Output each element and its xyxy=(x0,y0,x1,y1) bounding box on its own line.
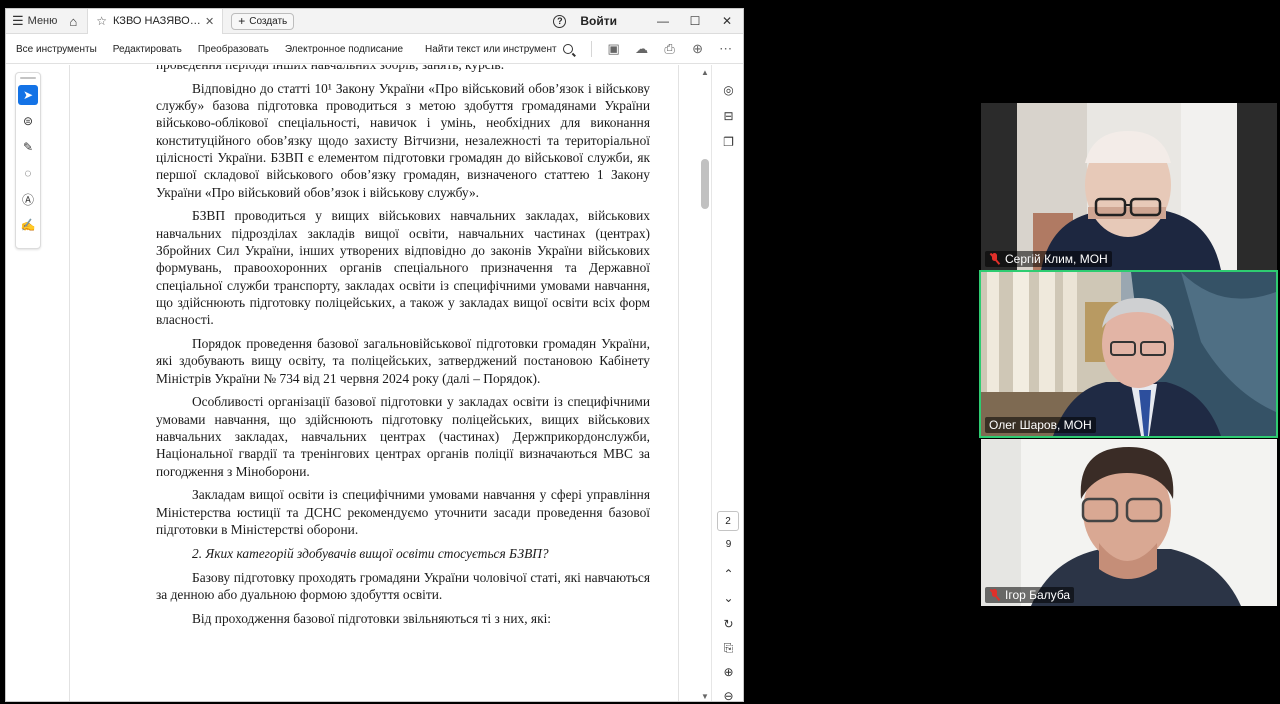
menu-button[interactable]: ☰ Меню xyxy=(6,9,63,34)
participant-name-label: Олег Шаров, МОН xyxy=(985,417,1096,433)
comment-icon[interactable]: ⊜ xyxy=(18,111,38,131)
maximize-icon[interactable]: ☐ xyxy=(679,14,711,28)
plus-icon: + xyxy=(238,14,246,28)
highlight-pen-icon[interactable]: ✎ xyxy=(18,137,38,157)
page-thumbnails-icon[interactable]: ❐ xyxy=(712,129,743,155)
scroll-up-icon[interactable]: ▲ xyxy=(701,68,709,77)
participant-video xyxy=(1017,103,1237,270)
paragraph: Порядок проведення базової загальновійсь… xyxy=(156,335,650,386)
hamburger-icon: ☰ xyxy=(12,13,24,28)
participant-tile[interactable]: Ігор Балуба xyxy=(981,439,1277,606)
draw-freehand-icon[interactable]: ◌ xyxy=(18,163,38,183)
rotate-icon[interactable]: ↻ xyxy=(712,617,743,631)
search-icon xyxy=(562,44,573,54)
document-text: проведення періоди інших навчальних збор… xyxy=(156,65,650,633)
menu-edit[interactable]: Редактировать xyxy=(105,44,190,55)
minimize-icon[interactable]: — xyxy=(647,14,679,28)
participant-video xyxy=(981,439,1277,606)
more-icon[interactable]: ⋯ xyxy=(712,41,740,57)
document-tab[interactable]: ☆ КЗВО НАЗЯВО відп... ✕ xyxy=(87,9,224,34)
comments-panel-icon[interactable]: ◎ xyxy=(712,77,743,103)
muted-microphone-icon xyxy=(989,253,1000,265)
participant-video xyxy=(981,272,1276,436)
find-tool[interactable]: Найти текст или инструмент xyxy=(425,44,573,55)
participant-name: Олег Шаров, МОН xyxy=(989,418,1092,432)
title-bar-right: ? Войти — ☐ ✕ xyxy=(553,9,743,34)
participant-name: Ігор Балуба xyxy=(1005,588,1071,602)
right-rail: ◎ ⊟ ❐ 2 9 ⌃ ⌄ ↻ ⎘ ⊕ ⊖ xyxy=(711,65,743,701)
sign-icon[interactable]: ✍ xyxy=(18,215,38,235)
menu-bar: Все инструменты Редактировать Преобразов… xyxy=(6,35,743,64)
current-page-field[interactable]: 2 xyxy=(717,511,739,531)
scrollbar-thumb[interactable] xyxy=(701,159,709,209)
muted-microphone-icon xyxy=(989,589,1000,601)
previous-page-icon[interactable]: ⌃ xyxy=(712,567,743,581)
bookmarks-icon[interactable]: ⊟ xyxy=(712,103,743,129)
menu-label: Меню xyxy=(27,15,58,27)
total-pages: 9 xyxy=(725,539,732,550)
title-bar: ☰ Меню ⌂ ☆ КЗВО НАЗЯВО відп... ✕ + Созда… xyxy=(6,9,743,34)
close-tab-icon[interactable]: ✕ xyxy=(205,15,214,28)
help-icon[interactable]: ? xyxy=(553,14,567,28)
menu-e-sign[interactable]: Электронное подписание xyxy=(277,44,411,55)
participant-tile-active-speaker[interactable]: Олег Шаров, МОН xyxy=(979,270,1278,438)
pdf-viewer-window: ☰ Меню ⌂ ☆ КЗВО НАЗЯВО відп... ✕ + Созда… xyxy=(5,8,744,702)
home-icon: ⌂ xyxy=(69,13,78,29)
print-icon[interactable]: ⎙ xyxy=(656,41,684,57)
tab-title: КЗВО НАЗЯВО відп... xyxy=(113,15,202,27)
text-box-icon[interactable]: Ⓐ xyxy=(18,189,38,209)
paragraph: Особливості організації базової підготов… xyxy=(156,394,650,479)
panel-grip[interactable] xyxy=(20,77,36,79)
home-button[interactable]: ⌂ xyxy=(63,9,87,34)
signin-button[interactable]: Войти xyxy=(580,14,617,28)
participant-name-label: Ігор Балуба xyxy=(985,587,1075,603)
ai-assistant-icon[interactable]: ⊕ xyxy=(684,41,712,57)
select-cursor-icon[interactable]: ➤ xyxy=(18,85,38,105)
menu-all-tools[interactable]: Все инструменты xyxy=(6,44,105,55)
scroll-down-icon[interactable]: ▼ xyxy=(701,692,709,701)
question-heading: 2. Яких категорій здобувачів вищої освіт… xyxy=(192,545,549,561)
menubar-divider xyxy=(590,41,592,57)
pdf-page: проведення періоди інших навчальних збор… xyxy=(69,65,679,701)
zoom-in-icon[interactable]: ⊕ xyxy=(712,665,743,679)
paragraph: проведення періоди інших навчальних збор… xyxy=(156,65,650,73)
create-label: Создать xyxy=(249,15,288,27)
participant-name-label: Сергій Клим, МОН xyxy=(985,251,1112,267)
paragraph: Відповідно до статті 10¹ Закону України … xyxy=(156,80,650,200)
star-icon[interactable]: ☆ xyxy=(96,14,107,28)
cloud-upload-icon[interactable]: ☁ xyxy=(628,41,656,57)
vertical-scrollbar[interactable]: ▲ ▼ xyxy=(700,65,710,701)
find-label: Найти текст или инструмент xyxy=(425,43,557,55)
create-button[interactable]: + Создать xyxy=(231,12,295,30)
save-icon[interactable]: ▣ xyxy=(600,41,628,57)
participant-tile[interactable]: Сергій Клим, МОН xyxy=(981,103,1277,270)
participant-name: Сергій Клим, МОН xyxy=(1005,252,1108,266)
paragraph: Закладам вищої освіти із специфічними ум… xyxy=(156,487,650,537)
paragraph: Від проходження базової підготовки звіль… xyxy=(192,610,552,626)
quick-tools-panel: ➤ ⊜ ✎ ◌ Ⓐ ✍ xyxy=(15,72,41,249)
fit-page-icon[interactable]: ⎘ xyxy=(712,641,743,656)
paragraph: БЗВП проводиться у вищих військових навч… xyxy=(156,208,650,328)
zoom-out-icon[interactable]: ⊖ xyxy=(712,689,743,701)
paragraph: Базову підготовку проходять громадяни Ук… xyxy=(156,569,650,602)
next-page-icon[interactable]: ⌄ xyxy=(712,591,743,605)
window-close-icon[interactable]: ✕ xyxy=(711,14,743,28)
menu-convert[interactable]: Преобразовать xyxy=(190,44,277,55)
